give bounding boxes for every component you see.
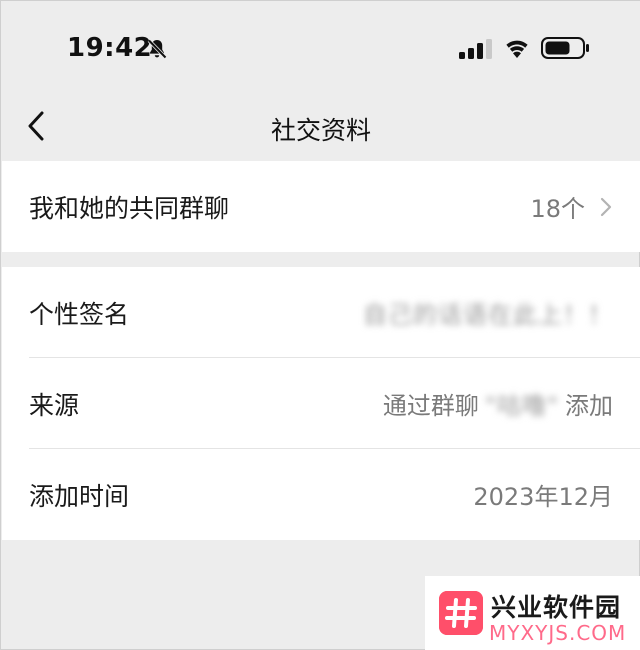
bell-slash-icon	[147, 39, 167, 59]
added-time-value: 2023年12月	[473, 483, 613, 511]
chevron-right-icon	[600, 197, 612, 216]
common-groups-section: 我和她的共同群聊 18个	[2, 161, 640, 252]
battery-icon	[541, 37, 589, 59]
page-title: 社交资料	[270, 116, 371, 145]
common-groups-label: 我和她的共同群聊	[29, 193, 230, 223]
source-row: 来源 通过群聊 "咕噜" 添加	[2, 358, 640, 449]
source-group-name-obscured: "咕噜"	[484, 392, 559, 420]
signature-label: 个性签名	[29, 299, 130, 329]
source-prefix: 通过群聊	[382, 392, 479, 420]
source-label: 来源	[29, 390, 80, 420]
added-time-label: 添加时间	[29, 481, 130, 511]
status-time: 19:42	[67, 33, 153, 63]
added-time-row: 添加时间 2023年12月	[2, 449, 640, 540]
hash-logo-icon	[439, 591, 483, 635]
signature-value: 自己的话语在此上！！	[363, 295, 613, 330]
common-groups-value: 18个	[530, 189, 613, 224]
screen: 19:42 社交资料 我和她的共同群聊 18个 个性签名 自己的话语在此上！！ …	[0, 0, 640, 650]
signature-row: 个性签名 自己的话语在此上！！	[2, 267, 640, 358]
source-suffix: 添加	[565, 392, 613, 420]
signature-obscured-text: 自己的话语在此上！！	[363, 301, 613, 329]
source-value: 通过群聊 "咕噜" 添加	[383, 386, 613, 421]
common-groups-count: 18个	[530, 195, 585, 223]
signal-icon	[459, 39, 492, 59]
watermark-badge: 兴业软件园 MYXYJS.COM	[425, 576, 640, 650]
watermark-name: 兴业软件园	[491, 593, 622, 622]
status-bar: 19:42	[1, 1, 640, 96]
watermark-url: MYXYJS.COM	[489, 621, 627, 645]
wifi-icon	[506, 40, 528, 58]
nav-bar: 社交资料	[1, 96, 640, 161]
common-groups-row[interactable]: 我和她的共同群聊 18个	[2, 161, 640, 252]
profile-info-section: 个性签名 自己的话语在此上！！ 来源 通过群聊 "咕噜" 添加 添加时间 202…	[2, 267, 640, 540]
